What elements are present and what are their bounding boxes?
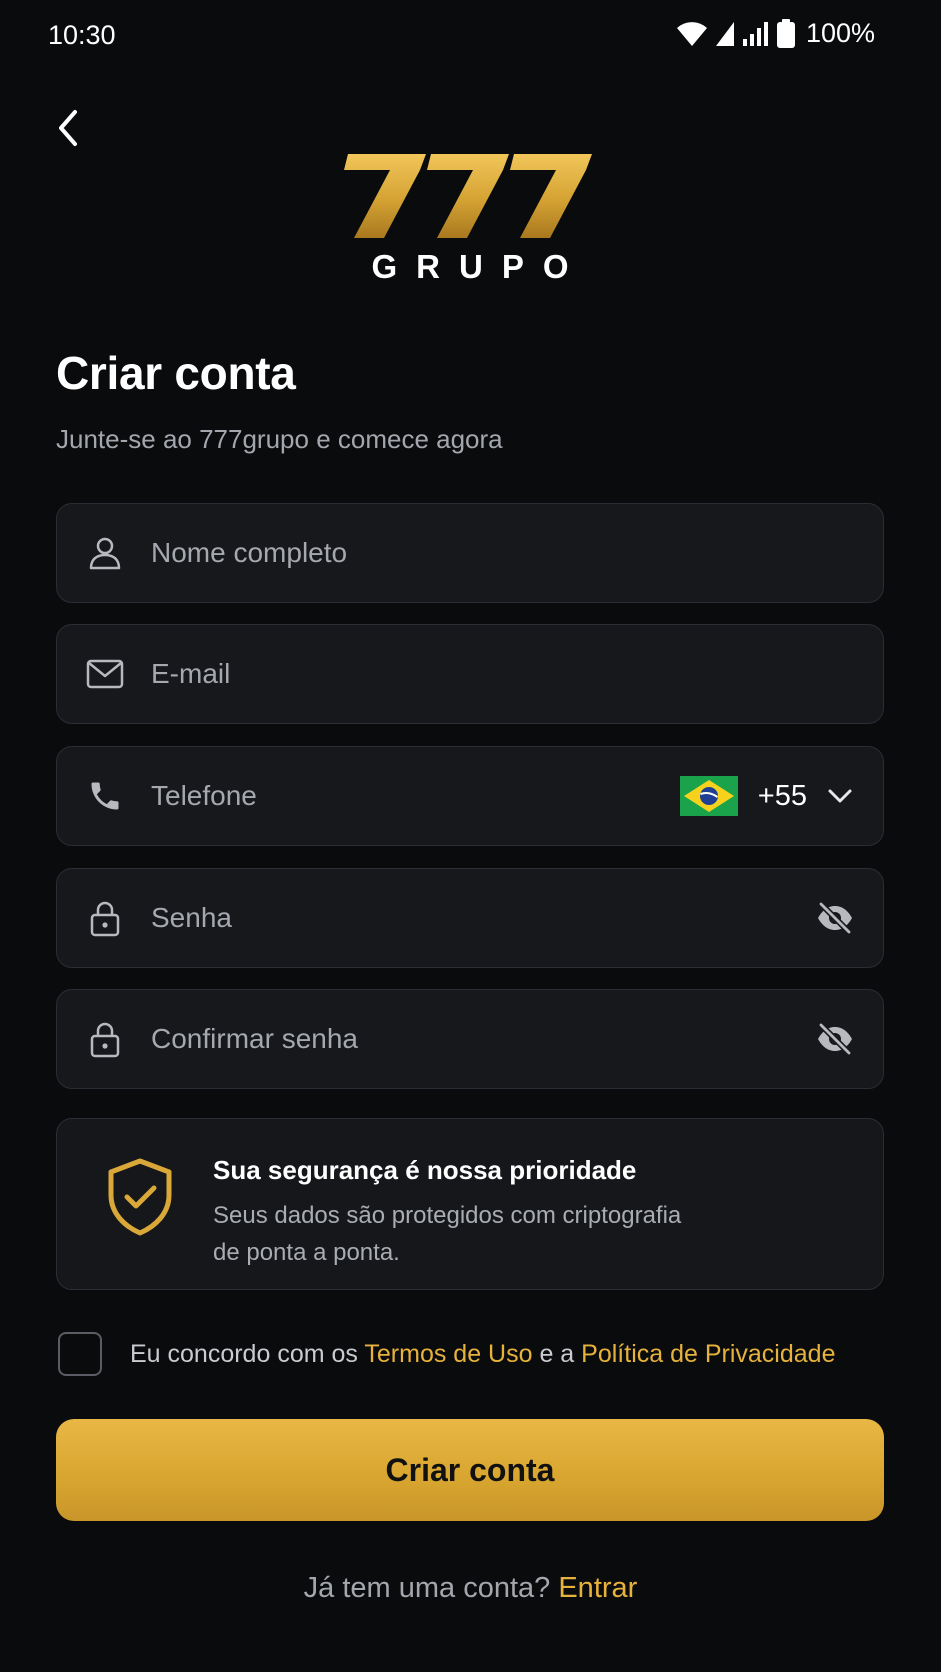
terms-middle: e a: [532, 1339, 582, 1368]
terms-row: Eu concordo com os Termos de Uso e a Pol…: [58, 1332, 835, 1376]
cell-signal-icon: [742, 21, 768, 46]
battery-percentage: 100%: [805, 18, 875, 48]
page-subtitle: Junte-se ao 777grupo e comece agora: [56, 424, 503, 454]
status-bar: 10:30 100%: [0, 0, 941, 72]
logo-wordmark: GRUPO: [371, 248, 588, 285]
mail-icon: [85, 654, 125, 694]
terms-prefix: Eu concordo com os: [130, 1339, 365, 1368]
brazil-flag-icon: [679, 776, 738, 816]
phone-input[interactable]: [151, 747, 571, 845]
name-field[interactable]: [56, 503, 884, 603]
security-text-line: de ponta a ponta.: [213, 1239, 400, 1266]
name-input[interactable]: [151, 504, 711, 602]
status-time: 10:30: [48, 20, 116, 50]
user-icon: [85, 533, 125, 573]
country-code: +55: [757, 779, 807, 812]
country-code-select[interactable]: +55: [679, 776, 853, 816]
password-field[interactable]: [56, 868, 884, 968]
battery-icon: [776, 18, 795, 48]
security-card: Sua segurança é nossa prioridade Seus da…: [56, 1118, 884, 1290]
login-row: Já tem uma conta? Entrar: [0, 1572, 941, 1605]
signal-triangle-icon: [715, 21, 734, 46]
chevron-down-icon: [828, 789, 852, 803]
terms-text: Eu concordo com os Termos de Uso e a Pol…: [130, 1340, 835, 1369]
login-prompt: Já tem uma conta?: [303, 1572, 559, 1604]
phone-field[interactable]: +55: [56, 746, 884, 846]
chevron-left-icon: [59, 110, 77, 146]
email-input[interactable]: [151, 625, 711, 723]
logo-777-mark: [344, 154, 592, 238]
terms-checkbox[interactable]: [58, 1332, 102, 1376]
shield-check-icon: [108, 1158, 172, 1236]
wifi-icon: [676, 21, 707, 46]
back-button[interactable]: [44, 100, 92, 156]
login-link[interactable]: Entrar: [558, 1572, 637, 1604]
eye-off-icon[interactable]: [813, 896, 857, 940]
lock-icon: [85, 1019, 125, 1059]
logo: GRUPO: [340, 148, 600, 288]
signup-screen: 10:30 100% GRUPO Criar conta Junte-se ao…: [0, 0, 941, 1672]
password-input[interactable]: [151, 869, 711, 967]
email-field[interactable]: [56, 624, 884, 724]
confirm-password-field[interactable]: [56, 989, 884, 1089]
terms-of-use-link[interactable]: Termos de Uso: [364, 1340, 532, 1368]
lock-icon: [85, 898, 125, 938]
create-account-button[interactable]: Criar conta: [56, 1419, 884, 1521]
status-icons: 100%: [676, 18, 875, 49]
page-title: Criar conta: [56, 347, 296, 399]
confirm-password-input[interactable]: [151, 990, 711, 1088]
phone-icon: [85, 776, 125, 816]
security-text-line: Seus dados são protegidos com criptograf…: [213, 1202, 682, 1229]
privacy-policy-link[interactable]: Política de Privacidade: [581, 1340, 835, 1368]
security-title: Sua segurança é nossa prioridade: [213, 1155, 637, 1185]
security-description: Seus dados são protegidos com criptograf…: [213, 1197, 733, 1271]
eye-off-icon[interactable]: [813, 1017, 857, 1061]
